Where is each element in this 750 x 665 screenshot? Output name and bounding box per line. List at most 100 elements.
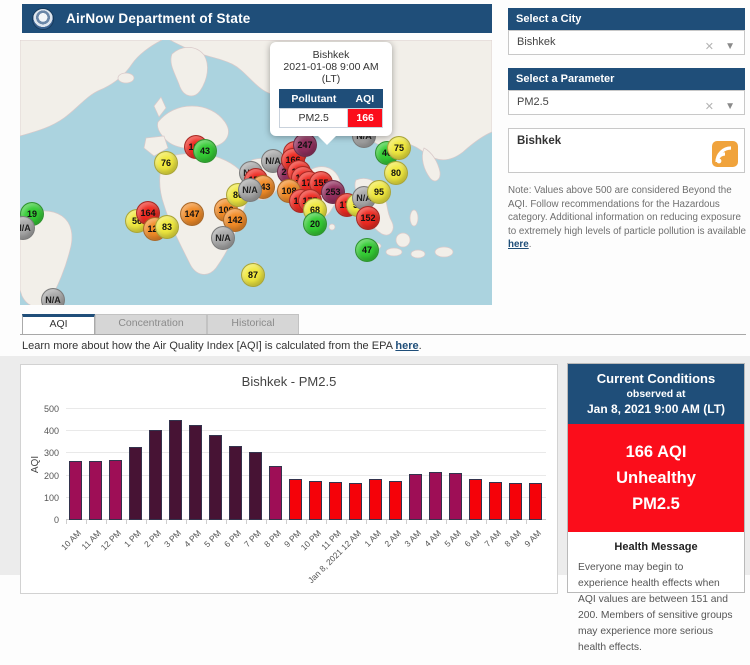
aqi-marker[interactable]: N/A (41, 288, 65, 305)
y-axis-tick: 100 (29, 493, 59, 503)
gridline (66, 408, 546, 409)
aqi-marker[interactable]: 80 (384, 161, 408, 185)
tooltip-table: Pollutant AQI PM2.5 166 (279, 89, 383, 128)
aqi-bar[interactable] (249, 452, 262, 520)
clear-city-icon[interactable]: ✕ (705, 36, 714, 59)
aqi-bar[interactable] (409, 474, 422, 520)
aqi-marker[interactable]: N/A (238, 178, 262, 202)
tab-historical[interactable]: Historical (207, 314, 299, 334)
observed-at-label: observed at (574, 388, 738, 400)
x-axis-tick (486, 520, 487, 524)
x-axis-tick (386, 520, 387, 524)
aqi-marker[interactable]: 95 (367, 180, 391, 204)
aqi-bar[interactable] (169, 420, 182, 520)
select-city-header: Select a City (508, 8, 745, 30)
aqi-marker[interactable]: 76 (154, 151, 178, 175)
x-axis-tick (106, 520, 107, 524)
aqi-bar[interactable] (369, 479, 382, 520)
aqi-bar[interactable] (349, 483, 362, 520)
tooltip-pollutant-header: Pollutant (280, 90, 348, 109)
tooltip-timezone: (LT) (276, 73, 386, 85)
tab-concentration[interactable]: Concentration (95, 314, 207, 334)
aqi-bar[interactable] (389, 481, 402, 520)
world-aqi-map[interactable]: 761604319N/A561641278314710686142N/AN/A8… (20, 40, 492, 305)
aqi-bar[interactable] (129, 447, 142, 520)
y-axis-tick: 400 (29, 426, 59, 436)
chevron-down-icon[interactable]: ▼ (725, 95, 735, 118)
aqi-marker[interactable]: 75 (387, 136, 411, 160)
x-axis-tick (466, 520, 467, 524)
aqi-category: Unhealthy (574, 465, 738, 491)
select-parameter-header: Select a Parameter (508, 68, 745, 90)
parameter-select[interactable]: PM2.5 ✕ ▼ (508, 90, 745, 115)
current-conditions-card: Current Conditions observed at Jan 8, 20… (567, 363, 745, 593)
x-axis-tick (246, 520, 247, 524)
aqi-bar[interactable] (469, 479, 482, 520)
bar-chart-plot: AQI 010020030040050010 AM11 AM12 PM1 PM2… (66, 409, 546, 520)
aqi-bar[interactable] (209, 435, 222, 520)
aqi-status-block: 166 AQI Unhealthy PM2.5 (568, 424, 744, 532)
aqi-bar[interactable] (289, 479, 302, 520)
aqi-bar[interactable] (489, 482, 502, 520)
aqi-bar[interactable] (329, 482, 342, 520)
chevron-down-icon[interactable]: ▼ (725, 35, 735, 58)
x-axis-tick (406, 520, 407, 524)
learn-more-text: Learn more about how the Air Quality Ind… (22, 340, 422, 352)
aqi-marker[interactable]: 152 (356, 206, 380, 230)
aqi-bar[interactable] (229, 446, 242, 520)
aqi-bar[interactable] (109, 460, 122, 520)
aqi-bar[interactable] (189, 425, 202, 520)
aqi-marker[interactable]: 47 (355, 238, 379, 262)
aqi-bar[interactable] (89, 461, 102, 520)
x-axis-tick (126, 520, 127, 524)
aqi-bar[interactable] (69, 461, 82, 520)
y-axis-tick: 500 (29, 404, 59, 414)
y-axis-tick: 300 (29, 448, 59, 458)
x-axis-tick (86, 520, 87, 524)
rss-icon[interactable] (712, 141, 738, 167)
gridline (66, 430, 546, 431)
health-message-section: Health Message Everyone may begin to exp… (568, 532, 744, 665)
app-header: AirNow Department of State (22, 4, 492, 33)
x-axis-tick (326, 520, 327, 524)
x-axis-tick (66, 520, 67, 524)
city-select-value: Bishkek (517, 36, 556, 48)
parameter-select-value: PM2.5 (517, 96, 549, 108)
aqi-bar[interactable] (309, 481, 322, 520)
aqi-marker[interactable]: N/A (211, 226, 235, 250)
tooltip-aqi-header: AQI (348, 90, 383, 109)
y-axis-tick: 200 (29, 471, 59, 481)
tabs-underline (20, 334, 746, 335)
aqi-marker[interactable]: 147 (180, 202, 204, 226)
health-message-title: Health Message (578, 541, 734, 553)
current-conditions-title: Current Conditions (574, 371, 738, 386)
aqi-bar[interactable] (429, 472, 442, 520)
aqi-bar[interactable] (509, 483, 522, 520)
aqi-marker[interactable]: 83 (155, 215, 179, 239)
note-here-link[interactable]: here (508, 239, 529, 250)
observed-datetime: Jan 8, 2021 9:00 AM (LT) (574, 402, 738, 416)
epa-link[interactable]: here (395, 340, 418, 352)
x-axis-tick (146, 520, 147, 524)
aqi-marker[interactable]: 43 (193, 139, 217, 163)
aqi-bar[interactable] (149, 430, 162, 520)
aqi-bar[interactable] (269, 466, 282, 520)
tab-aqi[interactable]: AQI (22, 314, 95, 334)
aqi-marker[interactable]: 247 (293, 133, 317, 157)
y-axis-tick: 0 (29, 515, 59, 525)
x-axis-tick (426, 520, 427, 524)
view-tabs: AQI Concentration Historical (22, 314, 299, 334)
aqi-marker[interactable]: 87 (241, 263, 265, 287)
aqi-value: 166 AQI (574, 439, 738, 465)
city-select[interactable]: Bishkek ✕ ▼ (508, 30, 745, 55)
x-axis-tick (346, 520, 347, 524)
health-message-text: Everyone may begin to experience health … (578, 560, 734, 656)
aqi-bar[interactable] (449, 473, 462, 520)
x-axis-tick (226, 520, 227, 524)
aqi-chart-card: Bishkek - PM2.5 AQI 010020030040050010 A… (20, 364, 558, 594)
aqi-marker[interactable]: 20 (303, 212, 327, 236)
clear-parameter-icon[interactable]: ✕ (705, 96, 714, 119)
aqi-bar[interactable] (529, 483, 542, 520)
x-axis-tick (306, 520, 307, 524)
current-conditions-header: Current Conditions observed at Jan 8, 20… (568, 364, 744, 424)
